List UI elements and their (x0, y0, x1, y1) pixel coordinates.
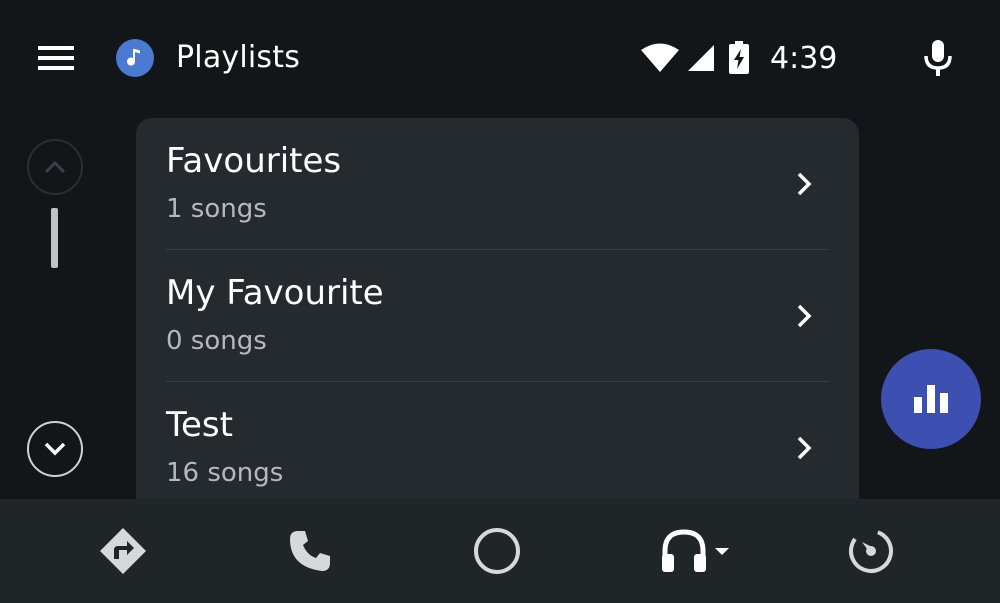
cell-signal-icon (688, 45, 714, 71)
status-bar: 4:39 (640, 38, 837, 78)
now-playing-button[interactable] (881, 349, 981, 449)
voice-button[interactable] (916, 36, 960, 80)
page-title: Playlists (176, 40, 301, 75)
music-note-icon (116, 39, 154, 77)
nav-media-button[interactable] (655, 521, 735, 581)
playlist-item-favourites[interactable]: Favourites 1 songs (136, 118, 859, 250)
headphones-icon (662, 529, 706, 572)
scroll-up-button[interactable] (27, 139, 83, 195)
chevron-right-icon (797, 436, 812, 460)
playlist-list: Favourites 1 songs My Favourite 0 songs … (136, 118, 859, 538)
playlist-title: Favourites (166, 141, 342, 181)
hamburger-menu-icon (38, 46, 74, 70)
equalizer-icon (914, 385, 948, 413)
nav-home-button[interactable] (467, 521, 527, 581)
scroll-down-button[interactable] (27, 421, 83, 477)
playlist-item-test[interactable]: Test 16 songs (136, 382, 859, 514)
wifi-icon (641, 43, 679, 72)
home-icon (474, 528, 520, 574)
clock: 4:39 (770, 40, 838, 76)
exit-gauge-icon (849, 529, 893, 573)
phone-icon (290, 531, 330, 571)
playlist-song-count: 0 songs (166, 326, 267, 356)
navigation-icon (100, 528, 146, 574)
caret-down-icon (715, 548, 729, 555)
playlist-song-count: 16 songs (166, 458, 284, 488)
menu-button[interactable] (32, 38, 80, 78)
playlist-item-my-favourite[interactable]: My Favourite 0 songs (136, 250, 859, 382)
playlist-title: My Favourite (166, 273, 384, 313)
battery-charging-icon (729, 41, 749, 74)
nav-phone-button[interactable] (280, 521, 340, 581)
android-auto-screen: Playlists 4:39 Favourites 1 songs My Fav… (0, 0, 1000, 603)
nav-exit-button[interactable] (841, 521, 901, 581)
chevron-down-icon (44, 442, 66, 456)
chevron-right-icon (797, 304, 812, 328)
chevron-right-icon (797, 172, 812, 196)
scrollbar-thumb[interactable] (51, 208, 58, 268)
playlist-song-count: 1 songs (166, 194, 267, 224)
chevron-up-icon (44, 160, 66, 174)
bottom-navigation (0, 499, 1000, 603)
microphone-icon (924, 40, 952, 76)
nav-navigation-button[interactable] (93, 521, 153, 581)
playlist-title: Test (166, 405, 233, 445)
